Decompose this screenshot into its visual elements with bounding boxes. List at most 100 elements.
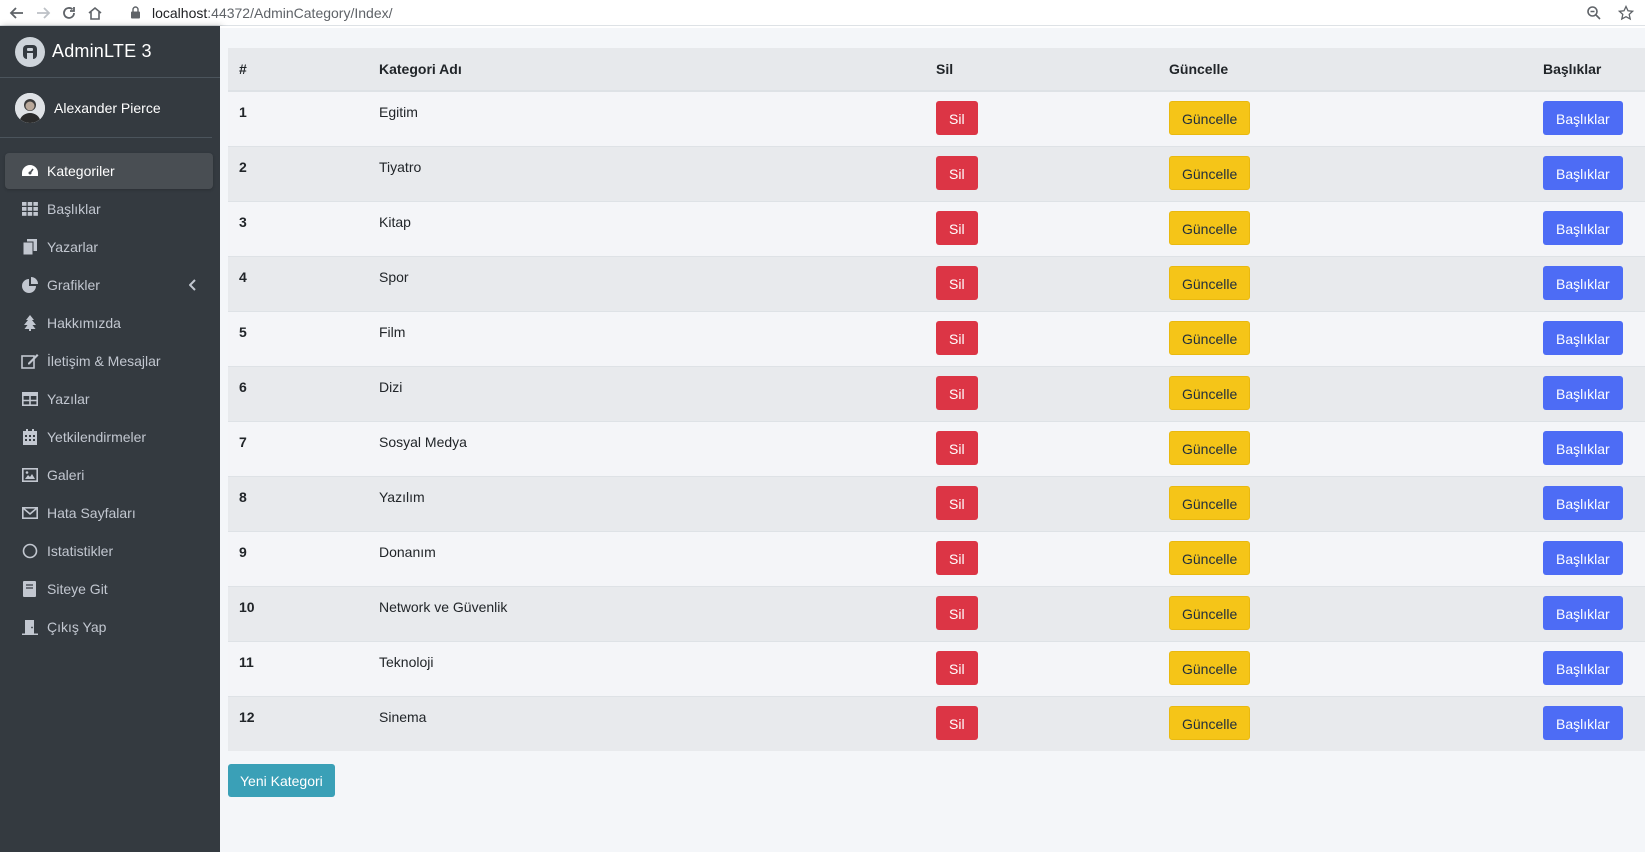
home-icon[interactable] [82, 2, 108, 24]
update-button[interactable]: Güncelle [1169, 540, 1251, 575]
delete-button[interactable]: Sil [936, 705, 978, 740]
row-number: 4 [239, 268, 247, 285]
sidebar-item-iletisim[interactable]: İletişim & Mesajlar [5, 343, 213, 379]
avatar [15, 92, 45, 123]
content-top-strip [220, 26, 1645, 28]
sidebar-item-label: Yetkilendirmeler [47, 429, 147, 445]
url-host: localhost [152, 4, 208, 21]
delete-button[interactable]: Sil [936, 595, 978, 630]
sidebar-item-label: Kategoriler [47, 163, 115, 179]
titles-button[interactable]: Başlıklar [1543, 210, 1623, 245]
titles-button[interactable]: Başlıklar [1543, 650, 1623, 685]
delete-cell: Sil [925, 531, 1158, 586]
update-button[interactable]: Güncelle [1169, 485, 1251, 520]
delete-button[interactable]: Sil [936, 540, 978, 575]
update-button[interactable]: Güncelle [1169, 210, 1251, 245]
titles-button[interactable]: Başlıklar [1543, 155, 1623, 190]
delete-button[interactable]: Sil [936, 210, 978, 245]
row-number: 8 [239, 488, 247, 505]
back-arrow-icon[interactable] [4, 2, 30, 24]
update-cell: Güncelle [1158, 366, 1532, 421]
titles-button[interactable]: Başlıklar [1543, 705, 1623, 740]
reload-icon[interactable] [56, 2, 82, 24]
titles-button[interactable]: Başlıklar [1543, 375, 1623, 410]
delete-button[interactable]: Sil [936, 485, 978, 520]
update-button[interactable]: Güncelle [1169, 430, 1251, 465]
pie-chart-icon [20, 276, 40, 294]
delete-button[interactable]: Sil [936, 430, 978, 465]
sidebar-item-hata-sayfalari[interactable]: Hata Sayfaları [5, 495, 213, 531]
delete-cell: Sil [925, 201, 1158, 256]
image-icon [20, 466, 40, 484]
delete-cell: Sil [925, 696, 1158, 751]
update-button[interactable]: Güncelle [1169, 265, 1251, 300]
row-category-name: Dizi [379, 378, 403, 395]
category-table-wrapper: # Kategori Adı Sil Güncelle Başlıklar 1 E… [228, 48, 1645, 751]
sidebar-item-kategoriler[interactable]: Kategoriler [5, 153, 213, 189]
titles-button[interactable]: Başlıklar [1543, 595, 1623, 630]
brand-text: AdminLTE 3 [52, 41, 152, 61]
update-button[interactable]: Güncelle [1169, 375, 1251, 410]
delete-button[interactable]: Sil [936, 101, 978, 135]
update-button[interactable]: Güncelle [1169, 650, 1251, 685]
update-cell: Güncelle [1158, 91, 1532, 146]
table-row: 10 Network ve Güvenlik Sil Güncelle Başlıkla… [228, 586, 1645, 641]
sidebar-item-siteye-git[interactable]: Siteye Git [5, 571, 213, 607]
titles-cell: Başlıklar [1532, 311, 1645, 366]
update-button[interactable]: Güncelle [1169, 155, 1251, 190]
sidebar-item-yetkilendirmeler[interactable]: Yetkilendirmeler [5, 419, 213, 455]
sidebar-item-grafikler[interactable]: Grafikler [5, 267, 213, 303]
sidebar-item-yazarlar[interactable]: Yazarlar [5, 229, 213, 265]
circle-icon [20, 542, 40, 560]
user-panel[interactable]: Alexander Pierce [0, 78, 212, 138]
sidebar-item-cikis-yap[interactable]: Çıkış Yap [5, 609, 213, 645]
update-cell: Güncelle [1158, 421, 1532, 476]
update-button[interactable]: Güncelle [1169, 595, 1251, 630]
table-row: 1 Egitim Sil Güncelle Başlıklar [228, 91, 1645, 146]
table-row: 4 Spor Sil Güncelle Başlıklar [228, 256, 1645, 311]
sidebar-item-label: Yazılar [47, 391, 90, 407]
delete-button[interactable]: Sil [936, 155, 978, 190]
delete-cell: Sil [925, 641, 1158, 696]
delete-button[interactable]: Sil [936, 265, 978, 300]
update-button[interactable]: Güncelle [1169, 320, 1251, 355]
delete-button[interactable]: Sil [936, 320, 978, 355]
brand-link[interactable]: AdminLTE 3 [0, 26, 220, 78]
bookmark-star-icon[interactable] [1615, 2, 1637, 24]
titles-cell: Başlıklar [1532, 476, 1645, 531]
titles-button[interactable]: Başlıklar [1543, 540, 1623, 575]
update-cell: Güncelle [1158, 201, 1532, 256]
update-button[interactable]: Güncelle [1169, 705, 1251, 740]
row-category-name: Donanım [379, 543, 436, 560]
delete-cell: Sil [925, 476, 1158, 531]
titles-button[interactable]: Başlıklar [1543, 430, 1623, 465]
titles-cell: Başlıklar [1532, 366, 1645, 421]
titles-button[interactable]: Başlıklar [1543, 485, 1623, 520]
chevron-left-icon[interactable] [187, 277, 199, 293]
titles-button[interactable]: Başlıklar [1543, 101, 1623, 135]
titles-button[interactable]: Başlıklar [1543, 265, 1623, 300]
table-row: 2 Tiyatro Sil Güncelle Başlıklar [228, 146, 1645, 201]
sidebar-item-label: Çıkış Yap [47, 619, 107, 635]
envelope-icon [20, 504, 40, 522]
titles-cell: Başlıklar [1532, 421, 1645, 476]
sidebar-item-yazilar[interactable]: Yazılar [5, 381, 213, 417]
sidebar-item-basliklar[interactable]: Başlıklar [5, 191, 213, 227]
forward-arrow-icon[interactable] [30, 2, 56, 24]
titles-cell: Başlıklar [1532, 201, 1645, 256]
update-button[interactable]: Güncelle [1169, 101, 1251, 135]
sidebar-item-label: Hakkımızda [47, 315, 121, 331]
address-bar[interactable]: localhost:44372/AdminCategory/Index/ [116, 2, 1556, 24]
titles-cell: Başlıklar [1532, 91, 1645, 146]
titles-button[interactable]: Başlıklar [1543, 320, 1623, 355]
sidebar-item-label: Grafikler [47, 277, 100, 293]
sidebar-item-galeri[interactable]: Galeri [5, 457, 213, 493]
zoom-icon[interactable] [1583, 2, 1605, 24]
new-category-button[interactable]: Yeni Kategori [228, 764, 335, 797]
sidebar-item-hakkimizda[interactable]: Hakkımızda [5, 305, 213, 341]
book-icon [20, 580, 40, 598]
delete-button[interactable]: Sil [936, 650, 978, 685]
delete-button[interactable]: Sil [936, 375, 978, 410]
category-table: # Kategori Adı Sil Güncelle Başlıklar 1 E… [228, 48, 1645, 751]
sidebar-item-istatistikler[interactable]: Istatistikler [5, 533, 213, 569]
